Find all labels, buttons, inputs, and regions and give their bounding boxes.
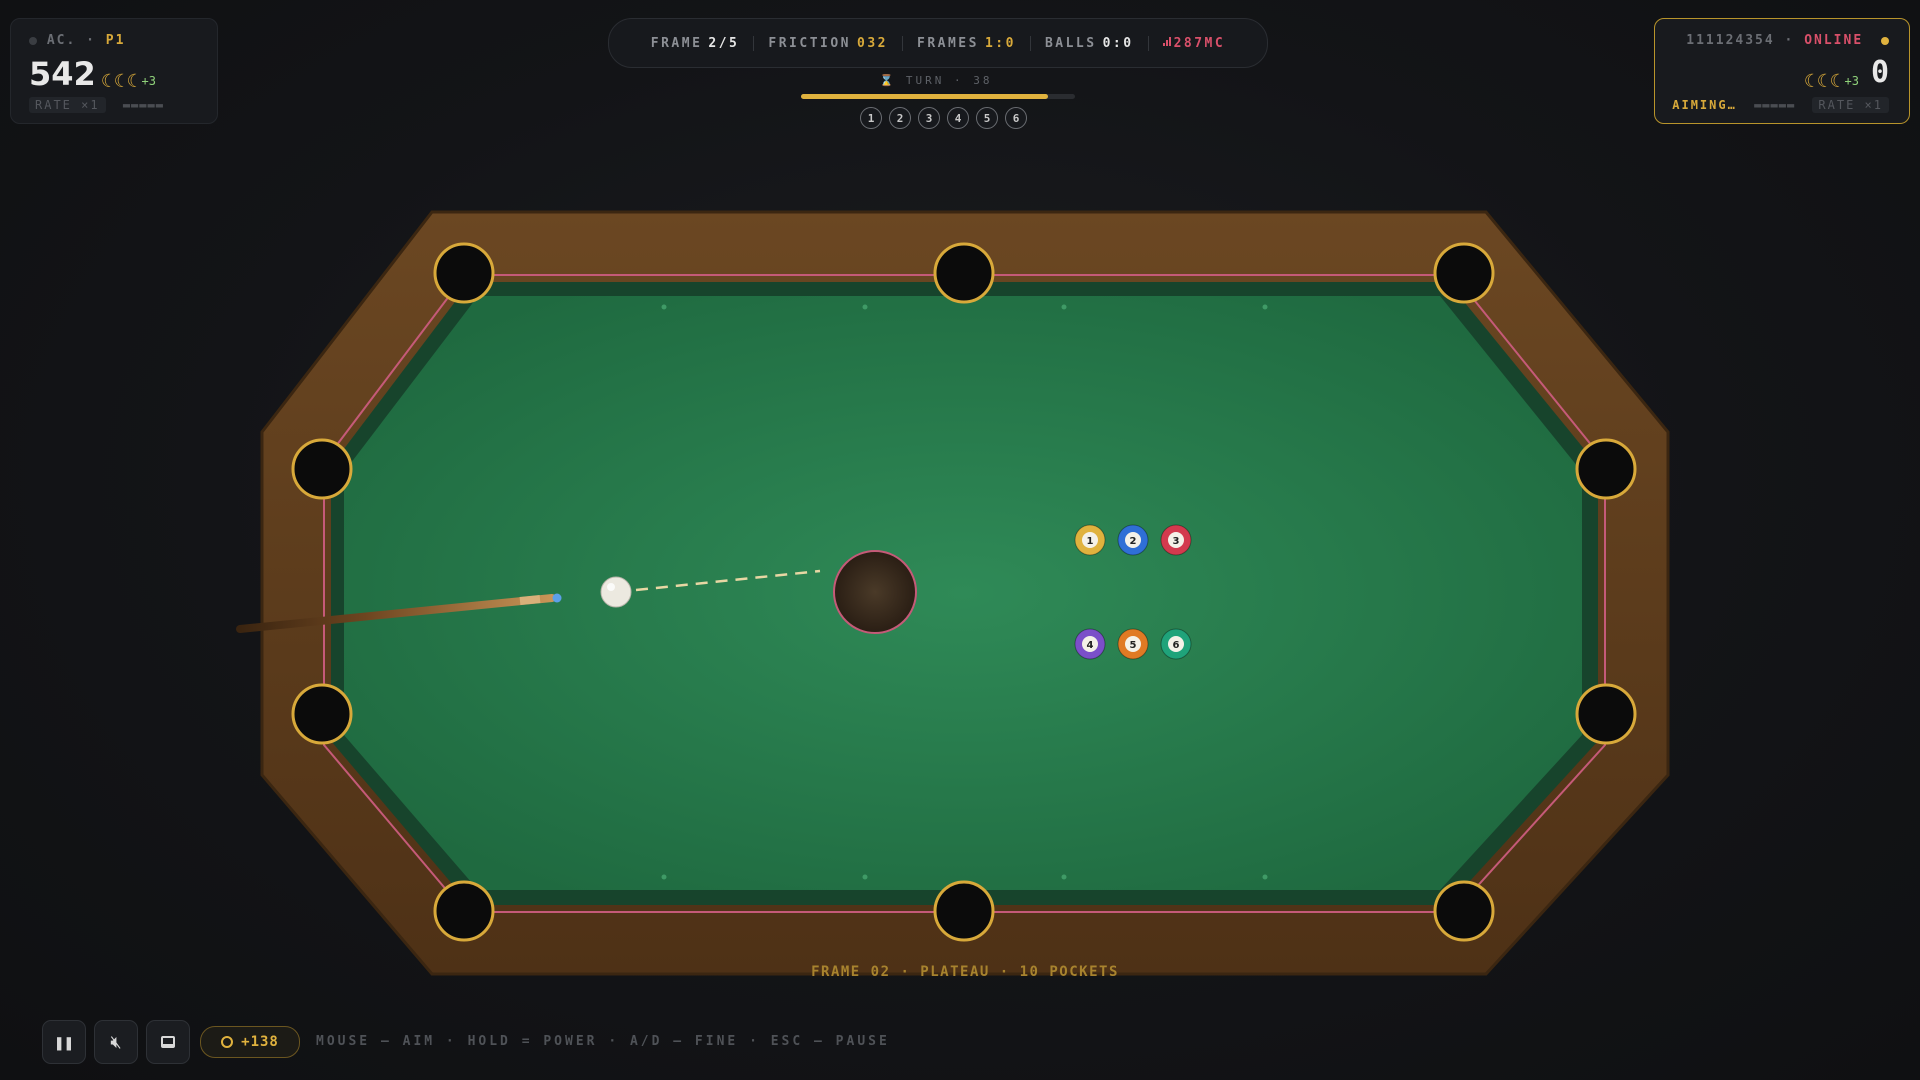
ball-number: 6 <box>1173 640 1180 651</box>
screen-button[interactable] <box>146 1020 190 1064</box>
pocket <box>433 880 495 942</box>
table-felt[interactable] <box>344 296 1582 890</box>
coin-balance: +138 <box>200 1026 300 1058</box>
mute-button[interactable]: 🔇︎ <box>94 1020 138 1064</box>
ball-number: 2 <box>1130 536 1137 547</box>
pocket <box>291 438 353 500</box>
mute-icon: 🔇︎ <box>110 1031 122 1053</box>
table-caption: FRAME 02 · PLATEAU · 10 POCKETS <box>811 964 1119 980</box>
pocket <box>933 880 995 942</box>
object-ball-5: 5 <box>1117 628 1149 660</box>
object-ball-2: 2 <box>1117 524 1149 556</box>
object-ball-3: 3 <box>1160 524 1192 556</box>
object-ball-1: 1 <box>1074 524 1106 556</box>
screen-icon <box>161 1036 175 1048</box>
coin-icon <box>221 1036 234 1048</box>
ball-number: 1 <box>1087 536 1094 547</box>
pocket <box>1433 880 1495 942</box>
coin-value: +138 <box>241 1034 279 1050</box>
pocket <box>1575 683 1637 745</box>
pocket <box>1433 242 1495 304</box>
controls-hint: MOUSE — AIM · HOLD = POWER · A/D — FINE … <box>316 1034 890 1049</box>
pocket <box>433 242 495 304</box>
object-ball-6: 6 <box>1160 628 1192 660</box>
pause-button[interactable]: ❚❚ <box>42 1020 86 1064</box>
pocket <box>933 242 995 304</box>
center-obstacle <box>833 550 917 634</box>
cue-ball[interactable] <box>600 576 632 608</box>
object-ball-4: 4 <box>1074 628 1106 660</box>
pocket <box>1575 438 1637 500</box>
pause-icon: ❚❚ <box>54 1032 74 1052</box>
pocket <box>291 683 353 745</box>
ball-number: 5 <box>1130 640 1137 651</box>
ball-number: 3 <box>1173 536 1180 547</box>
ball-number: 4 <box>1087 640 1094 651</box>
pool-table[interactable]: 1 2 3 4 5 6 <box>0 0 1920 1080</box>
